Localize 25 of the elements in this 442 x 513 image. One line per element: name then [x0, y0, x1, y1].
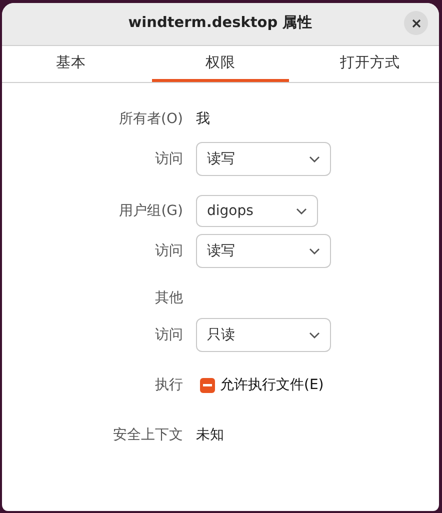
- tab[interactable]: 基本: [2, 46, 140, 82]
- field-value: 未知: [196, 426, 224, 444]
- dropdown[interactable]: digops: [196, 195, 318, 227]
- field-label: 安全上下文: [112, 426, 183, 444]
- chevron-down-icon: [309, 248, 320, 254]
- window-title: windterm.desktop 属性: [128, 14, 313, 34]
- close-button[interactable]: [404, 11, 428, 35]
- checkbox[interactable]: 允许执行文件(E): [200, 374, 324, 396]
- dropdown[interactable]: 读写: [196, 142, 331, 176]
- dropdown[interactable]: 只读: [196, 318, 331, 352]
- close-icon: [412, 18, 420, 28]
- tab[interactable]: 权限: [152, 46, 290, 82]
- chevron-down-icon: [296, 208, 307, 214]
- field-label: 其他: [154, 288, 183, 308]
- tab[interactable]: 打开方式: [301, 46, 439, 82]
- chevron-down-icon: [309, 156, 320, 162]
- dropdown[interactable]: 读写: [196, 234, 331, 268]
- field-label: 访问: [154, 150, 183, 168]
- chevron-down-icon: [309, 332, 320, 338]
- field-label: 用户组(G): [118, 202, 183, 220]
- field-label: 所有者(O): [118, 110, 183, 128]
- field-label: 访问: [154, 242, 183, 260]
- field-value: 我: [196, 110, 210, 128]
- field-label: 访问: [154, 326, 183, 344]
- field-label: 执行: [154, 376, 183, 394]
